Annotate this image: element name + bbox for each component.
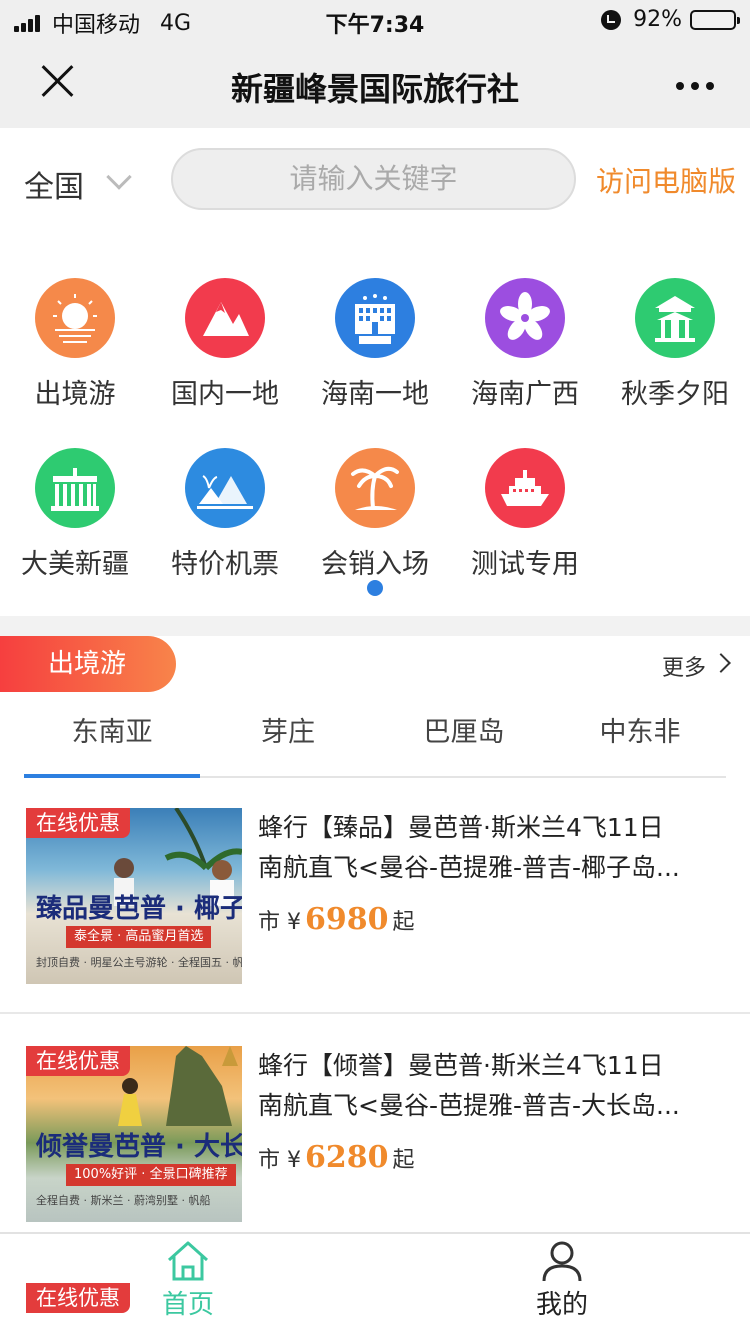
category-label: 特价机票	[171, 549, 279, 580]
category-flights[interactable]: 特价机票	[150, 448, 300, 581]
price-prefix: 市 ¥	[258, 910, 301, 935]
mountain-icon	[185, 278, 265, 358]
product-price: 市 ¥ 6980 起	[258, 902, 415, 937]
category-label: 测试专用	[471, 549, 579, 580]
section-tag: 出境游	[0, 636, 176, 692]
more-link[interactable]: 更多	[662, 650, 706, 682]
category-label: 会销入场	[321, 549, 429, 580]
banner-text: 臻品曼芭普 · 椰子	[36, 894, 242, 924]
section-divider	[0, 616, 750, 636]
page-title: 新疆峰景国际旅行社	[230, 70, 519, 108]
cruise-ship-icon	[485, 448, 565, 528]
category-conference[interactable]: 会销入场	[300, 448, 450, 581]
hotel-icon	[335, 278, 415, 358]
product-title-line: 蜂行【倾誉】曼芭普·斯米兰4飞11日	[258, 1051, 664, 1080]
category-xinjiang[interactable]: 大美新疆	[0, 448, 150, 581]
product-price: 市 ¥ 6280 起	[258, 1140, 415, 1175]
product-card[interactable]: 在线优惠 倾誉曼芭普 · 大长 100%好评 · 全景口碑推荐 全程自费 · 斯…	[0, 1016, 750, 1252]
alarm-icon	[601, 9, 622, 30]
product-title[interactable]: 蜂行【臻品】曼芭普·斯米兰4飞11日 南航直飞<曼谷-芭提雅-普吉-椰子岛...	[258, 808, 728, 888]
promo-badge: 在线优惠	[26, 808, 130, 838]
price-prefix: 市 ¥	[258, 1148, 301, 1173]
tab-home[interactable]: 首页	[128, 1240, 248, 1321]
price-value: 6980	[305, 902, 389, 937]
category-label: 出境游	[34, 379, 116, 410]
product-image[interactable]: 在线优惠 倾誉曼芭普 · 大长 100%好评 · 全景口碑推荐 全程自费 · 斯…	[26, 1046, 242, 1222]
tab-bali[interactable]: 巴厘岛	[376, 710, 552, 749]
pager-indicator	[367, 580, 383, 596]
pavilion-icon	[635, 278, 715, 358]
price-suffix: 起	[392, 1148, 415, 1173]
category-label: 海南一地	[321, 379, 429, 410]
island-icon	[185, 448, 265, 528]
tab-nha-trang[interactable]: 芽庄	[200, 710, 376, 749]
price-suffix: 起	[392, 910, 415, 935]
desktop-version-link[interactable]: 访问电脑版	[596, 160, 736, 200]
category-test[interactable]: 测试专用	[450, 448, 600, 581]
palm-icon	[335, 448, 415, 528]
floating-promo-badge[interactable]: 在线优惠	[26, 1283, 130, 1313]
battery-icon	[690, 9, 740, 30]
category-outbound[interactable]: 出境游	[0, 278, 150, 411]
banner-text: 倾誉曼芭普 · 大长	[36, 1132, 242, 1162]
tab-home-label: 首页	[161, 1290, 214, 1320]
home-icon	[165, 1240, 211, 1282]
search-row: 全国 请输入关键字 访问电脑版	[0, 128, 750, 228]
product-title-line: 蜂行【臻品】曼芭普·斯米兰4飞11日	[258, 813, 664, 842]
product-card[interactable]: 在线优惠 臻品曼芭普 · 椰子 泰全景 · 高品蜜月首选 封顶自费 · 明星公主…	[0, 778, 750, 1014]
category-autumn-sunset[interactable]: 秋季夕阳	[600, 278, 750, 411]
banner-ribbon: 100%好评 · 全景口碑推荐	[66, 1164, 236, 1186]
status-bar: 中国移动 4G 下午7:34 92%	[0, 0, 750, 42]
chevron-down-icon[interactable]	[106, 164, 132, 190]
category-domestic[interactable]: 国内一地	[150, 278, 300, 411]
battery-percent: 92%	[633, 7, 682, 32]
category-label: 秋季夕阳	[621, 379, 729, 410]
region-tabs: 东南亚 芽庄 巴厘岛 中东非	[24, 700, 726, 778]
banner-fine-print: 封顶自费 · 明星公主号游轮 · 全程国五 · 帆	[36, 956, 242, 969]
tab-mine-label: 我的	[535, 1290, 588, 1320]
product-title[interactable]: 蜂行【倾誉】曼芭普·斯米兰4飞11日 南航直飞<曼谷-芭提雅-普吉-大长岛...	[258, 1046, 728, 1126]
category-label: 海南广西	[471, 379, 579, 410]
product-image[interactable]: 在线优惠 臻品曼芭普 · 椰子 泰全景 · 高品蜜月首选 封顶自费 · 明星公主…	[26, 808, 242, 984]
user-icon	[539, 1240, 585, 1282]
region-selector[interactable]: 全国	[24, 162, 84, 206]
promo-badge: 在线优惠	[26, 1046, 130, 1076]
category-label: 国内一地	[171, 379, 279, 410]
gate-icon	[35, 448, 115, 528]
banner-fine-print: 全程自费 · 斯米兰 · 蔚湾别墅 · 帆船	[36, 1194, 211, 1207]
category-grid: 出境游 国内一地 海南一地 海南广西 秋季夕阳 大美新疆 特价机票 会销入场 测…	[0, 228, 750, 616]
banner-ribbon: 泰全景 · 高品蜜月首选	[66, 926, 212, 948]
search-input[interactable]: 请输入关键字	[171, 148, 576, 210]
product-title-line: 南航直飞<曼谷-芭提雅-普吉-椰子岛...	[258, 853, 680, 882]
tab-southeast-asia[interactable]: 东南亚	[24, 710, 200, 749]
flower-icon	[485, 278, 565, 358]
tab-mine[interactable]: 我的	[502, 1240, 622, 1321]
more-options-icon[interactable]	[669, 82, 714, 90]
nav-bar: 新疆峰景国际旅行社	[0, 42, 750, 128]
product-title-line: 南航直飞<曼谷-芭提雅-普吉-大长岛...	[258, 1091, 680, 1120]
category-hainan-guangxi[interactable]: 海南广西	[450, 278, 600, 411]
status-right: 92%	[601, 7, 740, 32]
category-hainan[interactable]: 海南一地	[300, 278, 450, 411]
price-value: 6280	[305, 1140, 389, 1175]
tab-middle-east-africa[interactable]: 中东非	[552, 710, 728, 749]
chevron-right-icon[interactable]	[711, 653, 731, 673]
category-label: 大美新疆	[21, 549, 129, 580]
sunset-icon	[35, 278, 115, 358]
